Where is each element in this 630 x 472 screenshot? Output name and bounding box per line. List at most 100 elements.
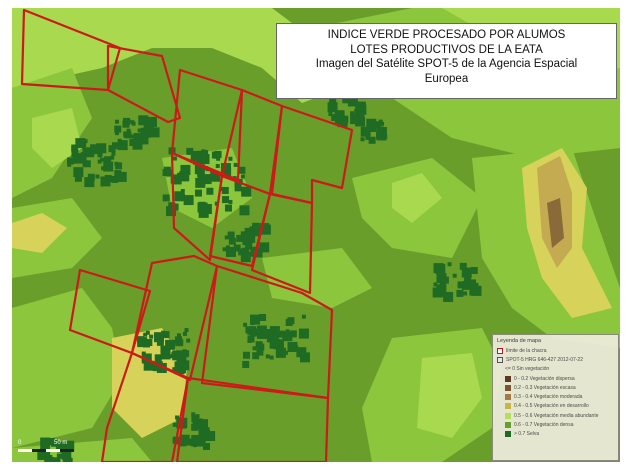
dense-vegetation-block [380, 133, 385, 138]
dense-vegetation-block [234, 184, 242, 192]
dense-vegetation-block [432, 288, 437, 293]
dense-vegetation-block [376, 126, 384, 134]
dense-vegetation-block [197, 202, 208, 213]
title-line-1: INDICE VERDE PROCESADO POR ALUMOS [327, 29, 566, 41]
dense-vegetation-block [463, 291, 468, 296]
dense-vegetation-block [180, 164, 191, 175]
title-line-3: Imagen del Satélite SPOT-5 de la Agencia… [315, 58, 578, 70]
legend-swatch [497, 356, 503, 363]
legend-item: <= 0 Sin vegetación [497, 365, 614, 374]
dense-vegetation-block [256, 328, 267, 339]
legend-label: SPOT-5 HRG 646-427 2012-07-22 [506, 356, 583, 363]
dense-vegetation-block [256, 348, 264, 356]
dense-vegetation-block [130, 120, 135, 125]
dense-vegetation-block [368, 136, 376, 144]
dense-vegetation-block [116, 171, 127, 182]
dense-vegetation-block [172, 422, 177, 427]
dense-vegetation-block [241, 188, 246, 193]
dense-vegetation-block [228, 156, 233, 161]
legend-label: 0.5 - 0.6 Vegetación media abundante [514, 412, 599, 419]
dense-vegetation-block [186, 338, 191, 343]
dense-vegetation-block [287, 317, 295, 325]
legend-label: límite de la chacra [506, 347, 547, 354]
dense-vegetation-block [129, 138, 137, 146]
dense-vegetation-block [328, 112, 333, 117]
dense-vegetation-block [122, 117, 130, 125]
scale-label-start: 0 [18, 440, 22, 446]
legend-swatch [505, 422, 511, 429]
legend-rows: límite de la chacra SPOT-5 HRG 646-427 20… [497, 346, 614, 439]
legend-swatch [505, 403, 511, 410]
dense-vegetation-block [456, 289, 464, 297]
dense-vegetation-block [277, 330, 285, 338]
dense-vegetation-block [74, 174, 82, 182]
dense-vegetation-block [172, 156, 177, 161]
title-box: INDICE VERDE PROCESADO POR ALUMOS LOTES … [276, 23, 617, 99]
legend-item: 0.3 - 0.4 Vegetación moderada [497, 392, 614, 401]
dense-vegetation-block [222, 247, 227, 252]
legend-swatch [505, 394, 511, 401]
dense-vegetation-block [285, 329, 290, 334]
dense-vegetation-block [98, 152, 103, 157]
dense-vegetation-block [470, 267, 478, 275]
dense-vegetation-block [117, 140, 128, 151]
legend-item: > 0.7 Selva [497, 430, 614, 439]
dense-vegetation-block [228, 199, 233, 204]
dense-vegetation-block [60, 454, 65, 459]
dense-vegetation-block [191, 423, 199, 431]
dense-vegetation-block [126, 128, 131, 133]
dense-vegetation-block [360, 137, 365, 142]
legend-label: <= 0 Sin vegetación [505, 366, 550, 373]
dense-vegetation-block [186, 147, 194, 155]
dense-vegetation-block [206, 187, 214, 195]
dense-vegetation-block [179, 360, 190, 371]
dense-vegetation-block [222, 196, 230, 204]
legend-item: 0.6 - 0.7 Vegetación densa [497, 420, 614, 429]
dense-vegetation-block [191, 434, 202, 445]
dense-vegetation-block [48, 455, 53, 460]
legend-swatch [505, 384, 511, 391]
dense-vegetation-block [71, 146, 76, 151]
dense-vegetation-block [464, 268, 469, 273]
legend-swatch [505, 431, 511, 438]
dense-vegetation-block [175, 342, 180, 347]
dense-vegetation-block [216, 156, 221, 161]
dense-vegetation-block [266, 332, 277, 343]
dense-vegetation-block [289, 330, 297, 338]
dense-vegetation-block [82, 162, 87, 167]
dense-vegetation-block [240, 252, 251, 263]
dense-vegetation-block [252, 346, 257, 351]
dense-vegetation-block [156, 338, 164, 346]
dense-vegetation-block [452, 273, 457, 278]
dense-vegetation-block [240, 231, 251, 242]
dense-vegetation-block [197, 170, 205, 178]
dense-vegetation-block [439, 263, 444, 268]
dense-vegetation-block [436, 273, 447, 284]
dense-vegetation-block [255, 341, 263, 349]
dense-vegetation-block [243, 322, 248, 327]
dense-vegetation-block [161, 330, 166, 335]
dense-vegetation-block [184, 328, 189, 333]
dense-vegetation-block [233, 162, 238, 167]
scale-segment-4 [60, 449, 74, 452]
dense-vegetation-block [355, 101, 366, 112]
map-frame: INDICE VERDE PROCESADO POR ALUMOS LOTES … [0, 0, 630, 472]
title-line-4: Europea [424, 72, 469, 85]
dense-vegetation-block [71, 150, 79, 158]
dense-vegetation-block [215, 163, 220, 168]
dense-vegetation-block [191, 415, 199, 423]
legend-swatch [505, 412, 511, 419]
dense-vegetation-block [114, 119, 119, 124]
scale-segment-3 [46, 449, 60, 452]
dense-vegetation-block [143, 124, 154, 135]
dense-vegetation-block [329, 101, 334, 106]
dense-vegetation-block [239, 205, 250, 216]
dense-vegetation-block [252, 225, 257, 230]
legend-title: Leyenda de mapa [497, 338, 542, 344]
dense-vegetation-block [114, 161, 119, 166]
dense-vegetation-block [176, 333, 181, 338]
dense-vegetation-block [111, 151, 116, 156]
map-legend: Leyenda de mapa límite de la chacra SPOT-… [492, 334, 619, 461]
dense-vegetation-block [281, 347, 286, 352]
dense-vegetation-block [250, 314, 261, 325]
